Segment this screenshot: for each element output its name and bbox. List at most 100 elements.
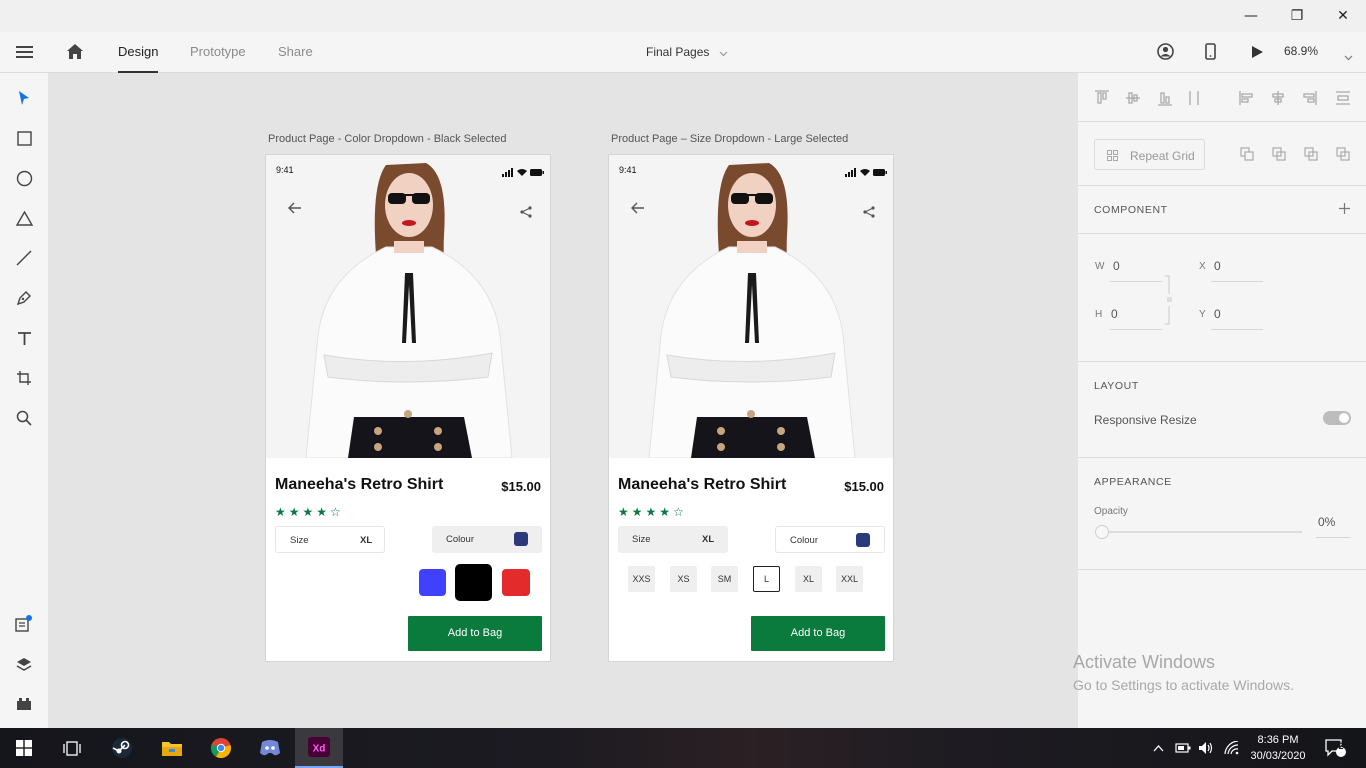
colour-dropdown[interactable]: Colour [432,526,542,553]
x-field[interactable]: 0 [1214,259,1221,273]
zoom-level[interactable]: 68.9% [1284,32,1318,70]
artboard-size-dropdown[interactable]: 9:41 Maneeha's Retro Shirt $15.00 ★★★★☆ … [608,154,894,662]
volume-icon[interactable] [1197,728,1215,768]
user-profile-icon[interactable] [1157,43,1174,65]
width-field[interactable]: 0 [1113,259,1120,273]
size-dropdown[interactable]: Size XL [275,526,385,553]
chrome-icon[interactable] [197,728,245,768]
size-value: XL [360,535,373,546]
transform-section: W 0 X 0 H 0 Y 0 [1078,234,1366,362]
tab-prototype[interactable]: Prototype [190,32,246,73]
adobe-xd-taskbar-icon[interactable]: Xd [295,728,343,768]
ellipse-tool-icon[interactable] [12,166,36,190]
artboard-label[interactable]: Product Page - Color Dropdown - Black Se… [268,133,506,145]
size-option-sm[interactable]: SM [711,566,738,592]
product-price: $15.00 [844,479,884,494]
zoom-tool-icon[interactable] [12,406,36,430]
colour-option-black[interactable] [455,564,492,601]
back-arrow-icon[interactable] [631,201,645,219]
zoom-chevron-icon[interactable] [1344,48,1353,66]
activate-windows-title: Activate Windows [1073,652,1216,672]
steam-icon[interactable] [98,728,146,768]
height-field[interactable]: 0 [1111,307,1118,321]
pen-tool-icon[interactable] [12,286,36,310]
size-dropdown[interactable]: Size XL [618,526,728,553]
mobile-preview-icon[interactable] [1205,43,1216,65]
line-tool-icon[interactable] [12,246,36,270]
window-title-bar: — ❐ ✕ [0,0,1366,32]
artboard-tool-icon[interactable] [12,366,36,390]
minimize-button[interactable]: — [1228,0,1274,32]
status-bar-icons [845,164,887,182]
layout-heading: LAYOUT [1094,380,1139,392]
task-view-icon[interactable] [48,728,96,768]
close-button[interactable]: ✕ [1320,0,1366,32]
opacity-slider-handle[interactable] [1095,525,1109,539]
back-arrow-icon[interactable] [288,201,302,219]
status-time: 9:41 [619,165,637,175]
size-option-xxs[interactable]: XXS [628,566,655,592]
size-option-xl[interactable]: XL [795,566,822,592]
lock-aspect-icon[interactable] [1164,274,1174,326]
opacity-slider[interactable] [1108,531,1302,533]
layers-panel-icon[interactable] [12,652,36,676]
share-icon[interactable] [520,205,532,223]
play-preview-icon[interactable] [1251,45,1264,64]
wifi-icon[interactable] [1222,728,1242,768]
product-name: Maneeha's Retro Shirt [618,476,787,493]
component-section: COMPONENT [1078,186,1366,234]
colour-dropdown[interactable]: Colour [775,526,885,553]
add-component-icon[interactable] [1339,203,1350,214]
w-label: W [1095,261,1105,272]
align-section [1078,73,1366,122]
discord-icon[interactable] [246,728,294,768]
select-tool-icon[interactable] [12,86,36,110]
component-heading: COMPONENT [1094,204,1168,216]
clock-time: 8:36 PM [1257,734,1299,746]
home-icon[interactable] [66,43,84,65]
restore-button[interactable]: ❐ [1274,0,1320,32]
action-center-icon[interactable]: 2 [1320,728,1350,768]
windows-start-icon[interactable] [0,728,48,768]
y-field[interactable]: 0 [1214,307,1221,321]
document-title[interactable]: Final Pages [646,32,728,73]
repeat-grid-button[interactable]: Repeat Grid [1094,139,1205,170]
size-option-xxl[interactable]: XXL [836,566,863,592]
design-canvas[interactable]: Product Page - Color Dropdown - Black Se… [48,73,1078,728]
battery-icon[interactable] [1174,728,1192,768]
show-hidden-icons-chevron[interactable] [1150,728,1166,768]
align-icons[interactable] [1094,90,1350,106]
colour-label: Colour [446,534,474,545]
zoom-value: 68.9% [1284,44,1319,58]
appearance-heading: APPEARANCE [1094,476,1172,488]
rectangle-tool-icon[interactable] [12,126,36,150]
tool-rail [0,73,48,728]
repeat-grid-label: Repeat Grid [1130,149,1195,163]
size-option-l[interactable]: L [753,566,780,592]
status-bar-icons [502,164,544,182]
polygon-tool-icon[interactable] [12,206,36,230]
plugins-panel-icon[interactable] [12,692,36,716]
file-explorer-icon[interactable] [148,728,196,768]
tab-share[interactable]: Share [278,32,313,73]
hamburger-menu-icon[interactable] [16,45,33,64]
artboard-color-dropdown[interactable]: 9:41 Maneeha's Retro Shirt $15.00 ★★★★☆ … [265,154,551,662]
text-tool-icon[interactable] [12,326,36,350]
clock[interactable]: 8:36 PM 30/03/2020 [1248,732,1308,764]
opacity-label: Opacity [1094,506,1128,517]
artboard-label[interactable]: Product Page – Size Dropdown - Large Sel… [611,133,848,145]
add-to-bag-button[interactable]: Add to Bag [408,616,542,651]
appearance-section: APPEARANCE Opacity 0% [1078,458,1366,570]
tab-design[interactable]: Design [118,32,159,73]
add-to-bag-button[interactable]: Add to Bag [751,616,885,651]
opacity-value[interactable]: 0% [1318,515,1335,529]
size-option-xs[interactable]: XS [670,566,697,592]
activate-windows-subtitle: Go to Settings to activate Windows. [1073,677,1294,693]
responsive-resize-toggle[interactable] [1323,411,1351,425]
product-photo: 9:41 [609,155,893,458]
colour-option-blue[interactable] [419,569,446,596]
assets-panel-icon[interactable] [12,612,36,636]
boolean-ops-icons[interactable] [1240,147,1352,161]
colour-option-red[interactable] [502,569,530,596]
share-icon[interactable] [863,205,875,223]
